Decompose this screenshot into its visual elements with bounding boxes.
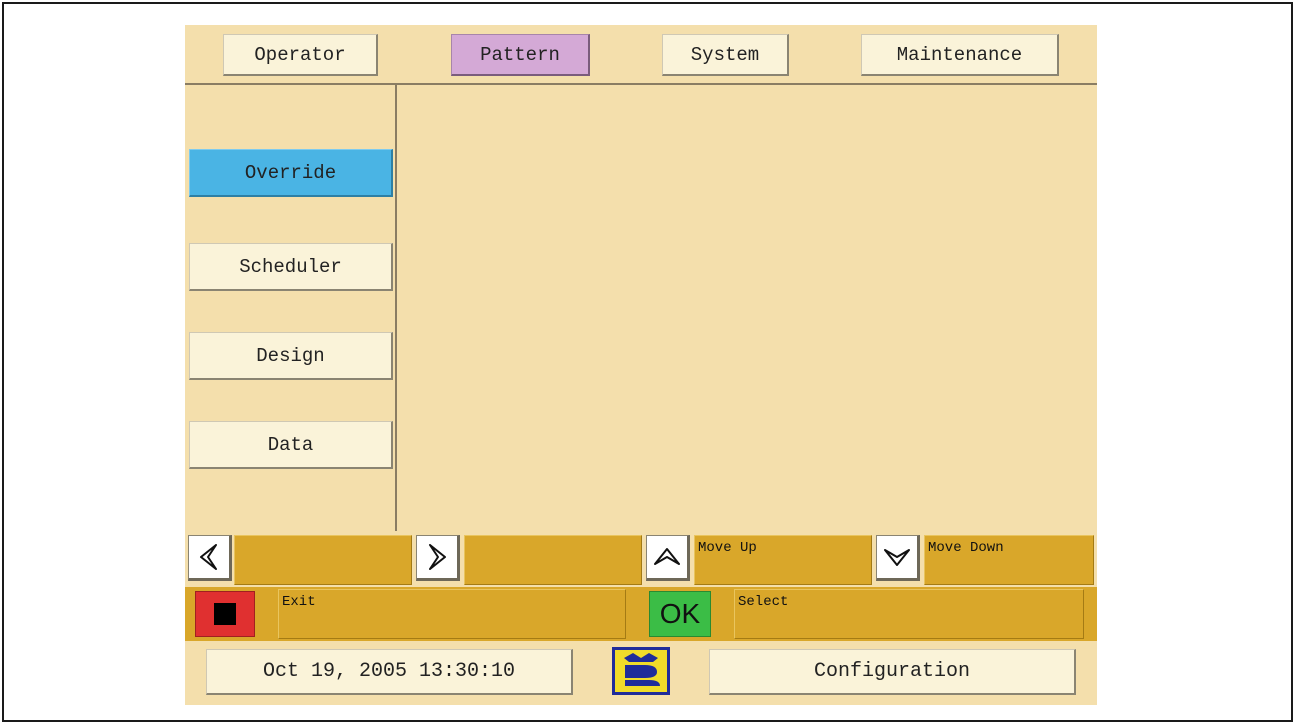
- exit-stop-button[interactable]: [195, 591, 255, 637]
- move-up-button[interactable]: Move Up: [694, 535, 872, 585]
- arrow-up-icon: [654, 548, 680, 565]
- side-button-data[interactable]: Data: [189, 421, 393, 469]
- ok-button[interactable]: OK: [649, 591, 711, 637]
- select-button[interactable]: Select: [734, 589, 1084, 639]
- tab-operator[interactable]: Operator: [223, 34, 378, 76]
- configuration-button[interactable]: Configuration: [709, 649, 1076, 695]
- move-down-button[interactable]: Move Down: [924, 535, 1094, 585]
- side-button-design[interactable]: Design: [189, 332, 393, 380]
- move-up-label: Move Up: [698, 540, 757, 556]
- move-down-arrow-button[interactable]: [876, 535, 920, 581]
- scroll-left-button[interactable]: [188, 535, 232, 581]
- select-label: Select: [738, 594, 789, 610]
- arrow-right-icon: [429, 544, 446, 570]
- scroll-right-button[interactable]: [416, 535, 460, 581]
- move-down-label: Move Down: [928, 540, 1004, 556]
- tab-maintenance[interactable]: Maintenance: [861, 34, 1059, 76]
- brand-logo-icon: [615, 650, 667, 692]
- exit-button[interactable]: Exit: [278, 589, 626, 639]
- side-button-override[interactable]: Override: [189, 149, 393, 197]
- exit-label: Exit: [282, 594, 316, 610]
- softkey-right-field[interactable]: [464, 535, 642, 585]
- arrow-left-icon: [200, 544, 217, 570]
- hmi-screen: Operator Pattern System Maintenance Over…: [185, 25, 1097, 705]
- arrow-down-icon: [884, 549, 910, 566]
- softkey-left-field[interactable]: [234, 535, 412, 585]
- tab-pattern[interactable]: Pattern: [451, 34, 590, 76]
- side-menu: Override Scheduler Design Data: [185, 85, 397, 531]
- tab-bar: Operator Pattern System Maintenance: [185, 25, 1097, 85]
- stop-icon: [214, 603, 236, 625]
- move-up-arrow-button[interactable]: [646, 535, 690, 581]
- side-button-scheduler[interactable]: Scheduler: [189, 243, 393, 291]
- tab-system[interactable]: System: [662, 34, 789, 76]
- content-area: [397, 85, 1097, 531]
- brand-logo[interactable]: [612, 647, 670, 695]
- datetime-display: Oct 19, 2005 13:30:10: [206, 649, 573, 695]
